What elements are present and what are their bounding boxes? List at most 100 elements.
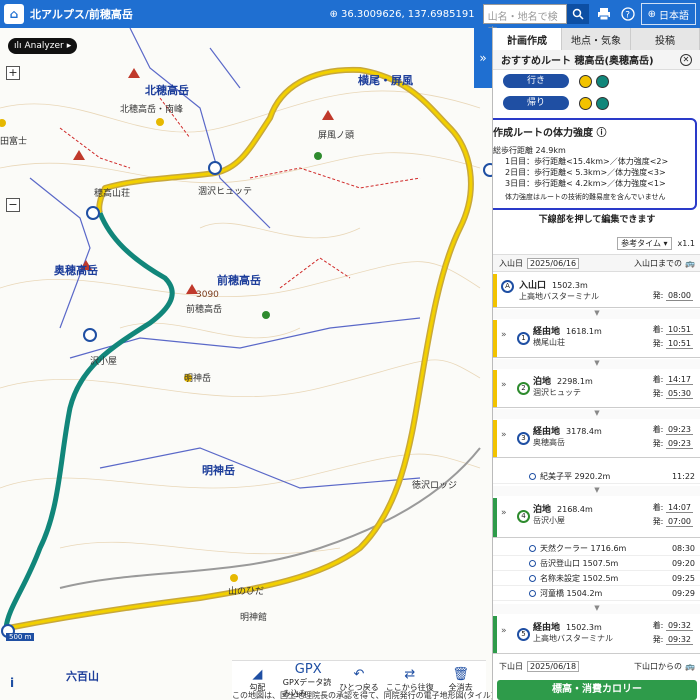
app-logo-icon[interactable]: ⌂ bbox=[4, 4, 24, 24]
waypoint-icon bbox=[529, 473, 536, 480]
tab-plan[interactable]: 計画作成 bbox=[493, 28, 562, 50]
gpx-icon: GPX bbox=[294, 661, 322, 677]
waypoint-item[interactable]: 岳沢登山口 1507.5m 09:20 bbox=[493, 557, 700, 571]
map-canvas[interactable] bbox=[0, 28, 492, 700]
down-arrow[interactable]: ▼ bbox=[493, 486, 700, 496]
waypoint-item[interactable]: 紀美子平 2920.2m 11:22 bbox=[493, 470, 700, 484]
strength-title: 作成ルートの体力強度 ⓘ bbox=[493, 128, 607, 139]
waypoint-icon bbox=[529, 590, 536, 597]
topographic-map[interactable]: ılı Analyzer ▸ + − 北穂高岳 奥穂高岳 前穂高岳 明神岳 横尾・屏… bbox=[0, 28, 492, 700]
down-arrow[interactable]: ▼ bbox=[493, 409, 700, 419]
return-color-swatch[interactable] bbox=[596, 96, 609, 110]
return-label[interactable]: 帰り bbox=[503, 96, 569, 110]
tab-post[interactable]: 投稿 bbox=[631, 28, 700, 50]
info-circle-icon[interactable]: ⓘ bbox=[596, 128, 606, 139]
round-trip-icon: ⇄ bbox=[404, 667, 416, 682]
help-button[interactable]: ? bbox=[617, 3, 639, 25]
time-ref-select[interactable]: 参考タイム ▾ bbox=[617, 236, 672, 250]
recommend-header: おすすめルート 穂高岳(奥穂高岳) ✕ bbox=[493, 50, 700, 70]
zoom-out-button[interactable]: − bbox=[6, 198, 20, 212]
stop-card[interactable]: » 3 経由地 3178.4m 奥穂高岳 着: 09:23 発: 09:23 bbox=[493, 420, 700, 458]
label-yokoo: 横尾・屏風 bbox=[358, 74, 413, 87]
label-gotai: 田富士 bbox=[0, 137, 28, 147]
map-copyright: この地図は、国土地理院長の承認を得て、同院発行の電子地形図(タイル)を複製した bbox=[232, 691, 492, 700]
stop-card[interactable]: » 1 経由地 1618.1m 横尾山荘 着: 10:51 発: 10:51 bbox=[493, 320, 700, 358]
info-icon[interactable]: i bbox=[10, 676, 14, 690]
strength-day2: 2日目：歩行距離< 5.3km>／体力強度<3> bbox=[505, 168, 666, 177]
label-elev-3090: 3090 bbox=[196, 290, 219, 300]
label-maehotaka: 前穂高岳 bbox=[217, 274, 261, 287]
globe-icon: ⊕ bbox=[647, 8, 656, 20]
label-myojin: 明神岳 bbox=[202, 464, 235, 477]
label-kitahotaka-minami: 北穂高岳・南峰 bbox=[120, 105, 184, 115]
edit-hint: 下線部を押して編集できます bbox=[538, 215, 656, 225]
label-dake-hut: 沢小屋 bbox=[90, 357, 118, 367]
down-arrow[interactable]: ▼ bbox=[493, 309, 700, 319]
label-myojinkan: 明神館 bbox=[240, 613, 268, 623]
waypoint-icon bbox=[529, 560, 536, 567]
label-myojin-small: 明神岳 bbox=[184, 374, 212, 384]
stop-card[interactable]: » 5 経由地 1502.3m 上高地バスターミナル 着: 09:32 発: 09… bbox=[493, 616, 700, 654]
slope-icon: ◢ bbox=[252, 667, 263, 682]
waypoint-item[interactable]: 天然クーラー 1716.6m 08:30 bbox=[493, 542, 700, 556]
print-button[interactable] bbox=[593, 3, 615, 25]
go-label[interactable]: 行き bbox=[503, 74, 569, 88]
camp-pin-icon: 2 bbox=[517, 382, 530, 395]
search-button[interactable] bbox=[566, 4, 589, 24]
go-route-row: 行き bbox=[493, 70, 700, 92]
label-hotaka-sanso: 穂高山荘 bbox=[94, 189, 131, 199]
go-color-swatch[interactable] bbox=[579, 74, 592, 88]
stop-card[interactable]: » 2 泊地 2298.1m 涸沢ヒュッテ 着: 14:17 発: 05:30 bbox=[493, 370, 700, 408]
time-options: 参考タイム ▾ x1.1 bbox=[493, 234, 700, 252]
svg-text:?: ? bbox=[625, 11, 630, 21]
label-byobu-head: 屏風ノ頭 bbox=[318, 131, 355, 141]
undo-icon: ↶ bbox=[353, 667, 365, 682]
search-icon bbox=[572, 8, 584, 20]
close-icon[interactable]: ✕ bbox=[680, 53, 692, 66]
panel-tabs: 計画作成 地点・気象 投稿 bbox=[493, 28, 700, 50]
label-yamanohida: 山のひだ bbox=[228, 587, 265, 597]
label-karasawa-hutte: 涸沢ヒュッテ bbox=[198, 187, 253, 197]
help-icon: ? bbox=[620, 7, 635, 21]
end-date-input[interactable]: 2025/06/18 bbox=[527, 660, 580, 672]
start-date-input[interactable]: 2025/06/16 bbox=[527, 257, 580, 269]
bus-icon[interactable]: 🚌 bbox=[685, 259, 695, 268]
language-selector[interactable]: ⊕ 日本語 bbox=[640, 3, 696, 25]
printer-icon bbox=[597, 8, 610, 21]
start-pin-icon: A bbox=[501, 280, 514, 293]
label-tokusawa: 徳沢ロッジ bbox=[412, 481, 458, 491]
stop-card[interactable]: » 4 泊地 2168.4m 岳沢小屋 着: 14:07 発: 07:00 bbox=[493, 498, 700, 538]
end-date-row: 下山日 2025/06/18 下山口からの 🚌 bbox=[499, 660, 695, 672]
search-input[interactable]: 山名・地名で検索 bbox=[482, 4, 567, 38]
trash-icon: 🗑 bbox=[452, 667, 469, 682]
route-panel: 計画作成 地点・気象 投稿 おすすめルート 穂高岳(奥穂高岳) ✕ 行き 帰り … bbox=[492, 28, 700, 700]
analyzer-icon: ılı bbox=[14, 41, 22, 51]
stop-card[interactable]: A 入山口 1502.3m 上高地バスターミナル 発: 08:00 bbox=[493, 274, 700, 308]
strength-day1: 1日目：歩行距離<15.4km>／体力強度<2> bbox=[505, 157, 669, 166]
waypoint-item[interactable]: 河童橋 1504.2m 09:29 bbox=[493, 587, 700, 601]
strength-box: 作成ルートの体力強度 ⓘ 総歩行距離 24.9km 1日目：歩行距離<15.4k… bbox=[493, 118, 697, 210]
tab-weather[interactable]: 地点・気象 bbox=[562, 28, 631, 50]
waypoint-icon bbox=[529, 575, 536, 582]
top-bar: ⌂ 北アルプス/前穂高岳 ⊕ 36.3009626, 137.6985191 山… bbox=[0, 0, 700, 38]
strength-note: 体力強度はルートの技術的難易度を含んでいません bbox=[505, 193, 666, 201]
label-okuhotaka: 奥穂高岳 bbox=[54, 264, 98, 277]
zoom-in-button[interactable]: + bbox=[6, 66, 20, 80]
go-alt-swatch[interactable] bbox=[596, 74, 609, 88]
panel-collapse-button[interactable]: » bbox=[474, 28, 492, 88]
waypoint-item[interactable]: 名称未設定 1502.5m 09:25 bbox=[493, 572, 700, 586]
coordinates-readout: ⊕ 36.3009626, 137.6985191 bbox=[329, 8, 475, 20]
multiplier[interactable]: x1.1 bbox=[678, 239, 695, 248]
down-arrow[interactable]: ▼ bbox=[493, 359, 700, 369]
return-alt-swatch[interactable] bbox=[579, 96, 592, 110]
label-maehotaka-small: 前穂高岳 bbox=[186, 305, 223, 315]
label-kitahotaka: 北穂高岳 bbox=[145, 84, 189, 97]
bus-icon[interactable]: 🚌 bbox=[685, 662, 695, 671]
analyzer-button[interactable]: ılı Analyzer ▸ bbox=[8, 38, 78, 54]
camp-pin-icon: 4 bbox=[517, 510, 530, 523]
waypoint-pin-icon: 3 bbox=[517, 432, 530, 445]
waypoint-pin-icon: 5 bbox=[517, 628, 530, 641]
down-arrow[interactable]: ▼ bbox=[493, 604, 700, 614]
waypoint-icon bbox=[529, 545, 536, 552]
elevation-calorie-button[interactable]: 標高・消費カロリー bbox=[497, 680, 697, 700]
